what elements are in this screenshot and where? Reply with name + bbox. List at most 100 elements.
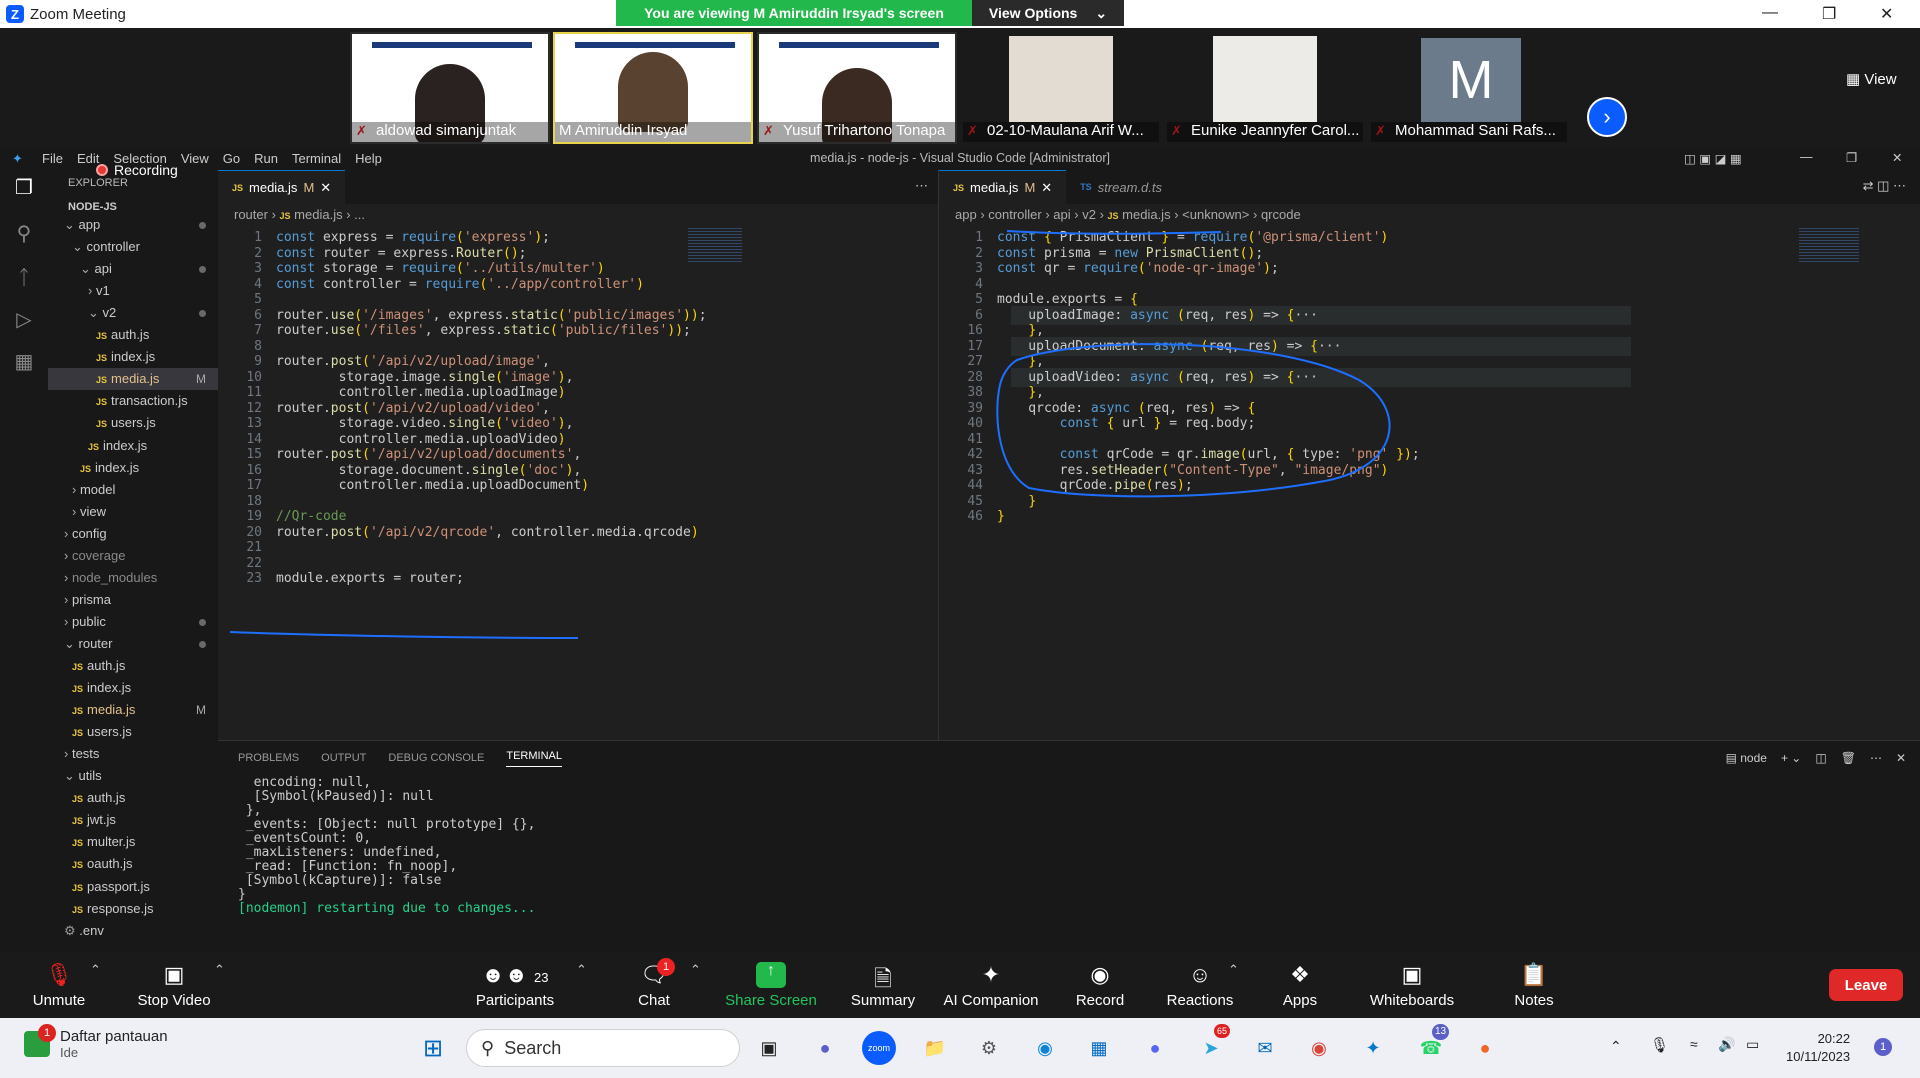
task-view-icon[interactable]: ▣ [752,1031,786,1065]
tree-folder[interactable]: ⌄ app [48,214,218,236]
tree-file[interactable]: JS index.js [48,457,218,479]
restore-icon[interactable]: ❐ [1822,4,1836,24]
participant-tile[interactable]: ✗ aldowad simanjuntak [350,32,550,144]
taskbar-search[interactable]: ⚲ Search [466,1029,740,1067]
tree-folder[interactable]: › v1 [48,280,218,302]
participant-tile[interactable]: ✗ Yusuf Trihartono Tonapa [757,32,957,144]
participants-chevron[interactable]: ⌃ [576,962,587,978]
reactions-chevron[interactable]: ⌃ [1228,962,1239,978]
teams-icon[interactable]: ● [808,1031,842,1065]
tree-file[interactable]: JS response.js [48,898,218,920]
search-icon[interactable]: ⚲ [12,222,36,246]
participant-tile[interactable]: ✗ 02-10-Maulana Arif W... [961,32,1161,144]
tree-file[interactable]: JS index.js [48,346,218,368]
mail-icon[interactable]: ✉ [1248,1031,1282,1065]
tree-folder[interactable]: ⌄ utils [48,765,218,787]
summary-button[interactable]: 🗎 Summary [828,952,938,1018]
js-file-icon: JS [96,375,108,386]
source-control-icon[interactable]: ᛏ [12,266,36,290]
tree-folder[interactable]: › prisma [48,589,218,611]
tab-terminal[interactable]: TERMINAL [506,750,562,767]
participant-tile[interactable]: M ✗ Mohammad Sani Rafs... [1369,32,1569,144]
tree-file[interactable]: JS auth.js [48,787,218,809]
tree-file[interactable]: JS multer.js [48,831,218,853]
tree-file[interactable]: JS users.js [48,412,218,434]
clock[interactable]: 20:22 10/11/2023 [1786,1030,1850,1066]
video-options-chevron[interactable]: ⌃ [214,962,225,978]
discord-icon[interactable]: ● [1138,1031,1172,1065]
view-button[interactable]: ▦ View [1846,70,1897,88]
extensions-icon[interactable]: ▦ [12,350,36,374]
tree-folder[interactable]: › model [48,479,218,501]
tree-folder[interactable]: › node_modules [48,567,218,589]
edge-icon[interactable]: ◉ [1028,1031,1062,1065]
vscode-minimize-icon[interactable]: — [1800,150,1813,164]
tree-folder[interactable]: › public [48,611,218,633]
tree-folder[interactable]: ⌄ controller [48,236,218,258]
participants-button[interactable]: ☻☻ 23 Participants [460,952,570,1018]
share-screen-button[interactable]: ↑ Share Screen [716,952,826,1018]
record-button[interactable]: ◉ Record [1046,952,1154,1018]
chrome-icon[interactable]: ◉ [1302,1031,1336,1065]
apps-button[interactable]: ❖ Apps [1246,952,1354,1018]
tab-problems[interactable]: PROBLEMS [238,752,299,764]
split-terminal-icon[interactable]: ◫ [1815,751,1826,765]
tree-file[interactable]: JS index.js [48,435,218,457]
tree-file[interactable]: JS users.js [48,721,218,743]
battery-icon[interactable]: ▭ [1746,1036,1759,1053]
tree-file[interactable]: JS media.js M [48,368,218,391]
tree-file[interactable]: ⚙ .env [48,920,218,942]
trash-icon[interactable]: 🗑 [1841,751,1856,765]
settings-icon[interactable]: ⚙ [972,1031,1006,1065]
participant-tile-active[interactable]: M Amiruddin Irsyad [553,32,753,144]
notification-badge[interactable]: 1 [1874,1038,1892,1056]
view-options-button[interactable]: View Options ⌄ [972,0,1124,26]
layout-icon[interactable]: ◫ ▣ ◪ ▦ [1684,151,1742,166]
notes-button[interactable]: 📋 Notes [1480,952,1588,1018]
close-icon[interactable]: ✕ [1880,4,1893,24]
next-page-button[interactable]: › [1587,97,1627,137]
store-icon[interactable]: ▦ [1082,1031,1116,1065]
close-panel-icon[interactable]: ✕ [1896,751,1906,765]
zoom-taskbar-icon[interactable]: zoom [862,1031,896,1065]
tree-file[interactable]: JS jwt.js [48,809,218,831]
postman-icon[interactable]: ● [1468,1031,1502,1065]
tree-folder[interactable]: › config [48,523,218,545]
tab-debug-console[interactable]: DEBUG CONSOLE [388,752,484,764]
terminal-shell-selector[interactable]: ▤ node [1726,751,1767,765]
microphone-icon[interactable]: 🎙 [1650,1036,1669,1054]
tab-output[interactable]: OUTPUT [321,752,366,764]
new-terminal-icon[interactable]: + ⌄ [1781,751,1801,765]
tree-folder[interactable]: › tests [48,743,218,765]
explorer-icon[interactable]: ❐ [12,176,36,200]
tree-folder[interactable]: › view [48,501,218,523]
tree-file[interactable]: JS transaction.js [48,390,218,412]
tree-folder[interactable]: ⌄ router [48,633,218,655]
minimize-icon[interactable]: — [1762,4,1778,22]
whiteboards-button[interactable]: ▣ Whiteboards [1358,952,1466,1018]
tray-chevron-icon[interactable]: ⌃ [1610,1038,1622,1055]
chat-chevron[interactable]: ⌃ [690,962,701,978]
file-explorer-icon[interactable]: 📁 [918,1031,952,1065]
tree-file[interactable]: JS auth.js [48,655,218,677]
tree-file[interactable]: JS oauth.js [48,853,218,875]
tree-file[interactable]: JS media.js M [48,699,218,721]
vscode-restore-icon[interactable]: ❐ [1846,150,1857,165]
run-debug-icon[interactable]: ▷ [12,308,36,332]
windows-start-icon[interactable]: ⊞ [416,1031,450,1065]
vscode-taskbar-icon[interactable]: ✦ [1356,1031,1390,1065]
wifi-icon[interactable]: ≈ [1690,1036,1698,1052]
ai-companion-button[interactable]: ✦ AI Companion [932,952,1050,1018]
tree-file[interactable]: JS auth.js [48,324,218,346]
volume-icon[interactable]: 🔊 [1718,1036,1735,1053]
tree-folder[interactable]: ⌄ v2 [48,302,218,324]
tree-file[interactable]: JS passport.js [48,876,218,898]
more-icon[interactable]: ⋯ [1870,751,1882,765]
leave-button[interactable]: Leave [1829,969,1903,1001]
tree-folder[interactable]: › coverage [48,545,218,567]
audio-options-chevron[interactable]: ⌃ [90,962,101,978]
vscode-close-icon[interactable]: ✕ [1892,150,1902,165]
tree-folder[interactable]: ⌄ api [48,258,218,280]
participant-tile[interactable]: ✗ Eunike Jeannyfer Carol... [1165,32,1365,144]
tree-file[interactable]: JS index.js [48,677,218,699]
